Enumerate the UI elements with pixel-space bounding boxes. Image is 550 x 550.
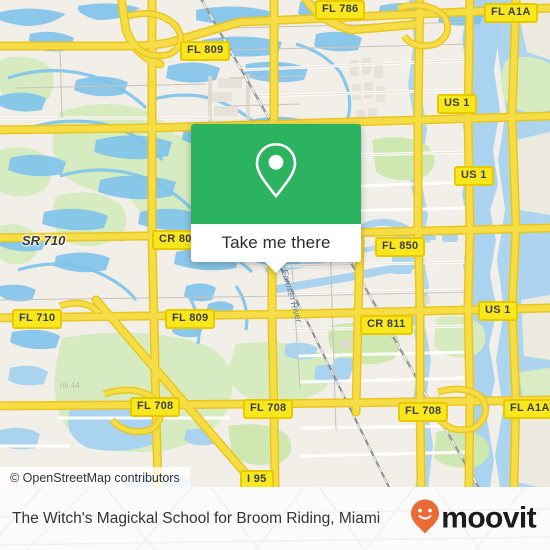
road-shield: FL 708 [398, 402, 449, 422]
moovit-smiling-pin-icon [410, 498, 440, 539]
location-popup[interactable]: Take me there [191, 124, 361, 273]
place-title: The Witch's Magickal School for Broom Ri… [12, 510, 381, 527]
footer-bar: The Witch's Magickal School for Broom Ri… [0, 487, 550, 550]
minor-place-label: mi 44 [60, 381, 80, 390]
moovit-wordmark: moovit [441, 501, 536, 535]
popup-image-area [191, 124, 361, 224]
road-shield: FL 850 [375, 237, 426, 257]
road-shield: US 1 [437, 94, 477, 114]
road-shield: FL 710 [12, 309, 63, 329]
map-pin-icon [253, 141, 299, 204]
moovit-logo[interactable]: moovit [410, 498, 537, 539]
road-shield: FL 708 [243, 399, 294, 419]
road-shield: FL 708 [130, 397, 181, 417]
road-shield: US 1 [454, 166, 494, 186]
road-shield: FL A1A [503, 399, 550, 419]
popup-pointer [265, 262, 287, 273]
take-me-there-button[interactable]: Take me there [191, 224, 361, 262]
road-shield: FL 809 [165, 309, 216, 329]
road-shield: CR 811 [360, 315, 413, 335]
road-shield: US 1 [478, 301, 518, 321]
road-shield: FL 786 [315, 0, 366, 20]
road-name-label: SR 710 [22, 233, 66, 248]
take-me-there-label: Take me there [221, 233, 331, 252]
attribution-text: © OpenStreetMap contributors [10, 470, 180, 485]
road-shield: FL A1A [484, 3, 538, 23]
map-attribution[interactable]: © OpenStreetMap contributors [0, 467, 190, 488]
map-screen: FL 786 FL A1A FL 809 US 1 US 1 CR 809 FL 850 FL… [0, 0, 550, 550]
road-shield: FL 809 [180, 41, 231, 61]
